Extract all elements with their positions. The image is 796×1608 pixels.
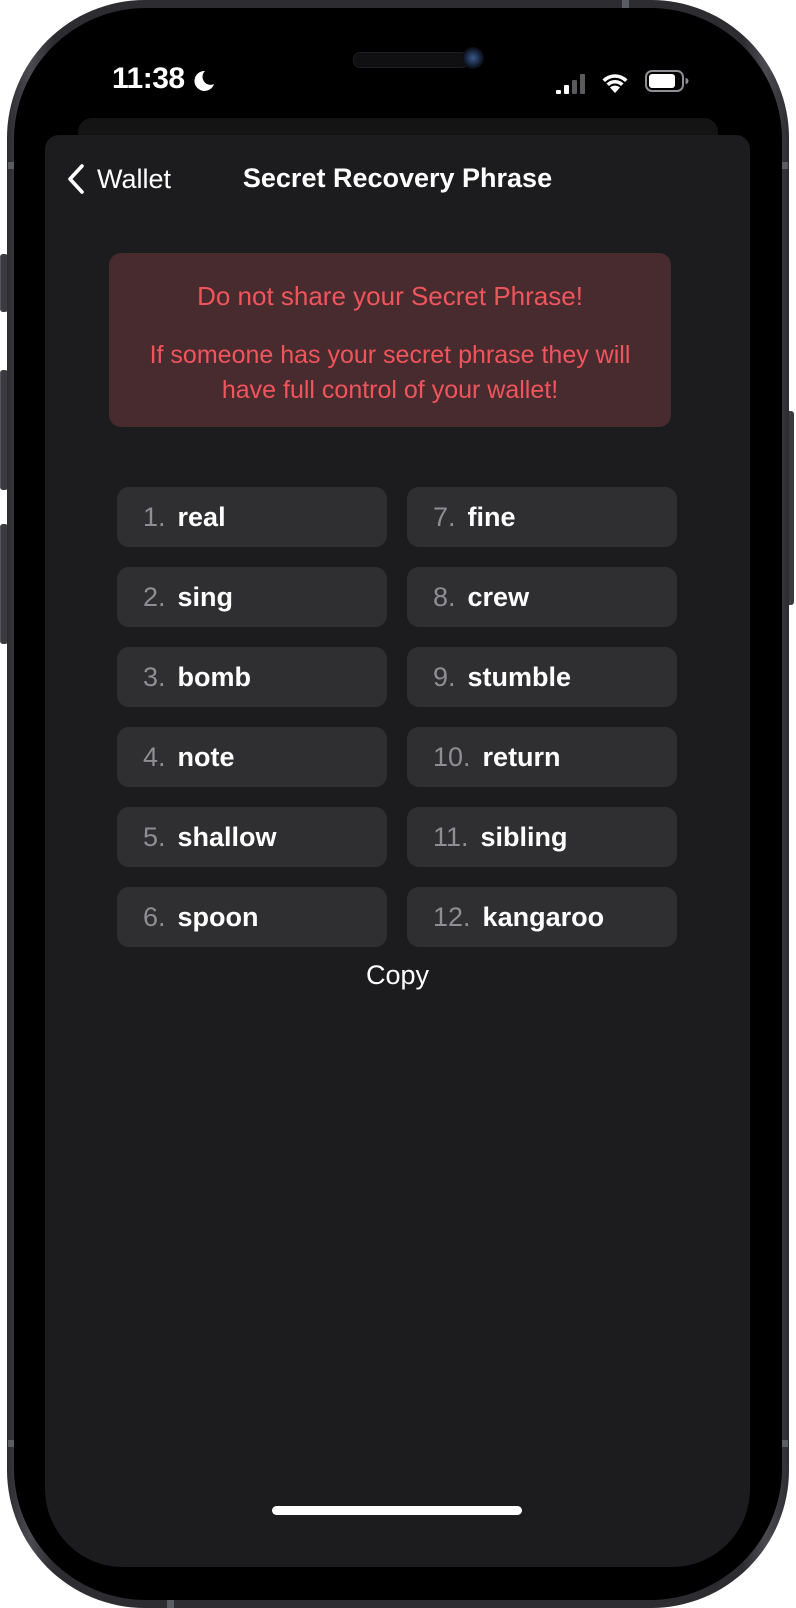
seed-word-item: 12. kangaroo [407, 887, 677, 947]
warning-banner: Do not share your Secret Phrase! If some… [109, 253, 671, 427]
seed-word-item: 5. shallow [117, 807, 387, 867]
seed-word-grid: 1. real 2. sing 3. bomb 4. note 5. shallow 6.… [117, 487, 677, 947]
word-text: return [482, 741, 561, 772]
front-camera [462, 47, 484, 69]
word-text: shallow [177, 821, 277, 852]
word-text: stumble [467, 661, 572, 692]
word-index: 8. [433, 581, 456, 612]
recovery-phrase-sheet: Wallet Secret Recovery Phrase Do not sha… [45, 135, 750, 1567]
moon-icon [194, 70, 214, 91]
page-title: Secret Recovery Phrase [242, 163, 553, 193]
seed-word-item: 3. bomb [117, 647, 387, 707]
word-text: note [177, 741, 235, 772]
word-index: 2. [143, 581, 166, 612]
word-text: bomb [177, 661, 252, 692]
word-index: 5. [143, 821, 166, 852]
seed-word-item: 8. crew [407, 567, 677, 627]
warning-title: Do not share your Secret Phrase! [197, 281, 583, 311]
word-index: 3. [143, 661, 166, 692]
word-index: 7. [433, 501, 456, 532]
antenna-band [167, 1600, 174, 1608]
word-text: sing [177, 581, 234, 612]
word-text: sibling [480, 821, 568, 852]
seed-word-item: 11. sibling [407, 807, 677, 867]
status-time: 11:38 [112, 62, 185, 95]
seed-word-item: 7. fine [407, 487, 677, 547]
word-text: kangaroo [482, 901, 605, 932]
seed-word-item: 9. stumble [407, 647, 677, 707]
word-text: fine [467, 501, 516, 532]
word-index: 9. [433, 661, 456, 692]
word-index: 1. [143, 501, 166, 532]
seed-word-item: 4. note [117, 727, 387, 787]
battery-icon [645, 70, 689, 92]
copy-row: Copy [45, 960, 750, 991]
seed-word-item: 6. spoon [117, 887, 387, 947]
word-index: 12. [433, 901, 471, 932]
word-text: real [177, 501, 226, 532]
cellular-signal-icon [556, 72, 588, 94]
copy-button[interactable]: Copy [366, 960, 429, 990]
seed-word-item: 10. return [407, 727, 677, 787]
word-index: 11. [433, 821, 469, 852]
seed-word-item: 2. sing [117, 567, 387, 627]
word-text: spoon [177, 901, 259, 932]
word-index: 10. [433, 741, 471, 772]
word-index: 6. [143, 901, 166, 932]
home-indicator[interactable] [272, 1506, 522, 1515]
antenna-band [622, 0, 629, 8]
wifi-icon [602, 74, 628, 93]
word-index: 4. [143, 741, 166, 772]
word-text: crew [467, 581, 530, 612]
warning-body: If someone has your secret phrase they w… [149, 341, 631, 404]
speaker-grille [353, 52, 469, 68]
seed-word-item: 1. real [117, 487, 387, 547]
